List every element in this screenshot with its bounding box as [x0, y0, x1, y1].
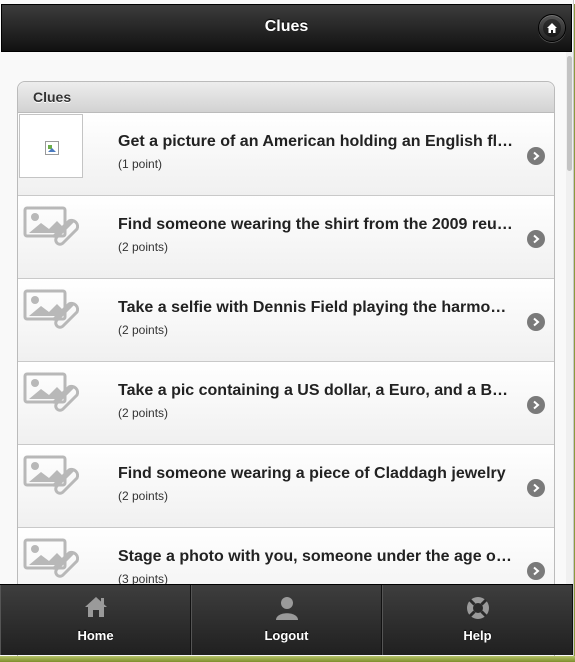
app-header: Clues [1, 4, 572, 52]
chevron-right-icon[interactable] [527, 479, 545, 497]
clue-item[interactable]: Take a selfie with Dennis Field playing … [18, 279, 554, 362]
bottom-navbar: Home Logout Help [0, 584, 573, 655]
clue-points: (2 points) [118, 323, 169, 337]
home-button[interactable] [538, 14, 566, 42]
chevron-right-icon[interactable] [527, 230, 545, 248]
broken-image [19, 114, 83, 178]
home-icon [84, 597, 107, 617]
clue-points: (2 points) [118, 240, 169, 254]
scrollbar-thumb[interactable] [567, 56, 572, 171]
image-placeholder-icon [23, 289, 80, 329]
nav-home-button[interactable]: Home [0, 585, 191, 655]
clue-item[interactable]: Get a picture of an American holding an … [18, 113, 554, 196]
image-placeholder-icon [23, 372, 80, 412]
chevron-right-icon[interactable] [527, 562, 545, 580]
clue-points: (2 points) [118, 406, 169, 420]
image-placeholder-icon [23, 206, 80, 246]
home-icon [547, 23, 557, 33]
lifebuoy-icon [466, 597, 489, 619]
page-title: Clues [264, 18, 309, 35]
clue-item[interactable]: Take a pic containing a US dollar, a Eur… [18, 362, 554, 445]
clue-item[interactable]: Find someone wearing the shirt from the … [18, 196, 554, 279]
user-icon [275, 597, 298, 620]
window-bottom-border [0, 656, 575, 662]
clue-title: Find someone wearing the shirt from the … [118, 216, 514, 233]
chevron-right-icon[interactable] [527, 396, 545, 414]
clue-title: Take a selfie with Dennis Field playing … [118, 299, 514, 316]
nav-help-label: Help [463, 628, 492, 643]
nav-help-button[interactable]: Help [382, 585, 573, 655]
app-viewport: Clues Clues Get a picture of an American… [0, 0, 574, 656]
image-placeholder-icon [23, 455, 80, 495]
clues-list: Clues Get a picture of an American holdi… [17, 81, 555, 656]
broken-image-icon [45, 141, 59, 155]
chevron-right-icon[interactable] [527, 147, 545, 165]
clue-points: (2 points) [118, 489, 169, 503]
nav-logout-button[interactable]: Logout [191, 585, 382, 655]
clue-item[interactable]: Find someone wearing a piece of Claddagh… [18, 445, 554, 528]
clue-title: Take a pic containing a US dollar, a Eur… [118, 382, 514, 399]
clue-title: Stage a photo with you, someone under th… [118, 548, 514, 565]
clue-points: (1 point) [118, 157, 163, 171]
chevron-right-icon[interactable] [527, 313, 545, 331]
list-divider: Clues [18, 82, 554, 113]
clue-title: Find someone wearing a piece of Claddagh… [118, 465, 506, 482]
clue-title: Get a picture of an American holding an … [118, 133, 514, 150]
nav-home-label: Home [77, 628, 114, 643]
nav-logout-label: Logout [264, 628, 309, 643]
